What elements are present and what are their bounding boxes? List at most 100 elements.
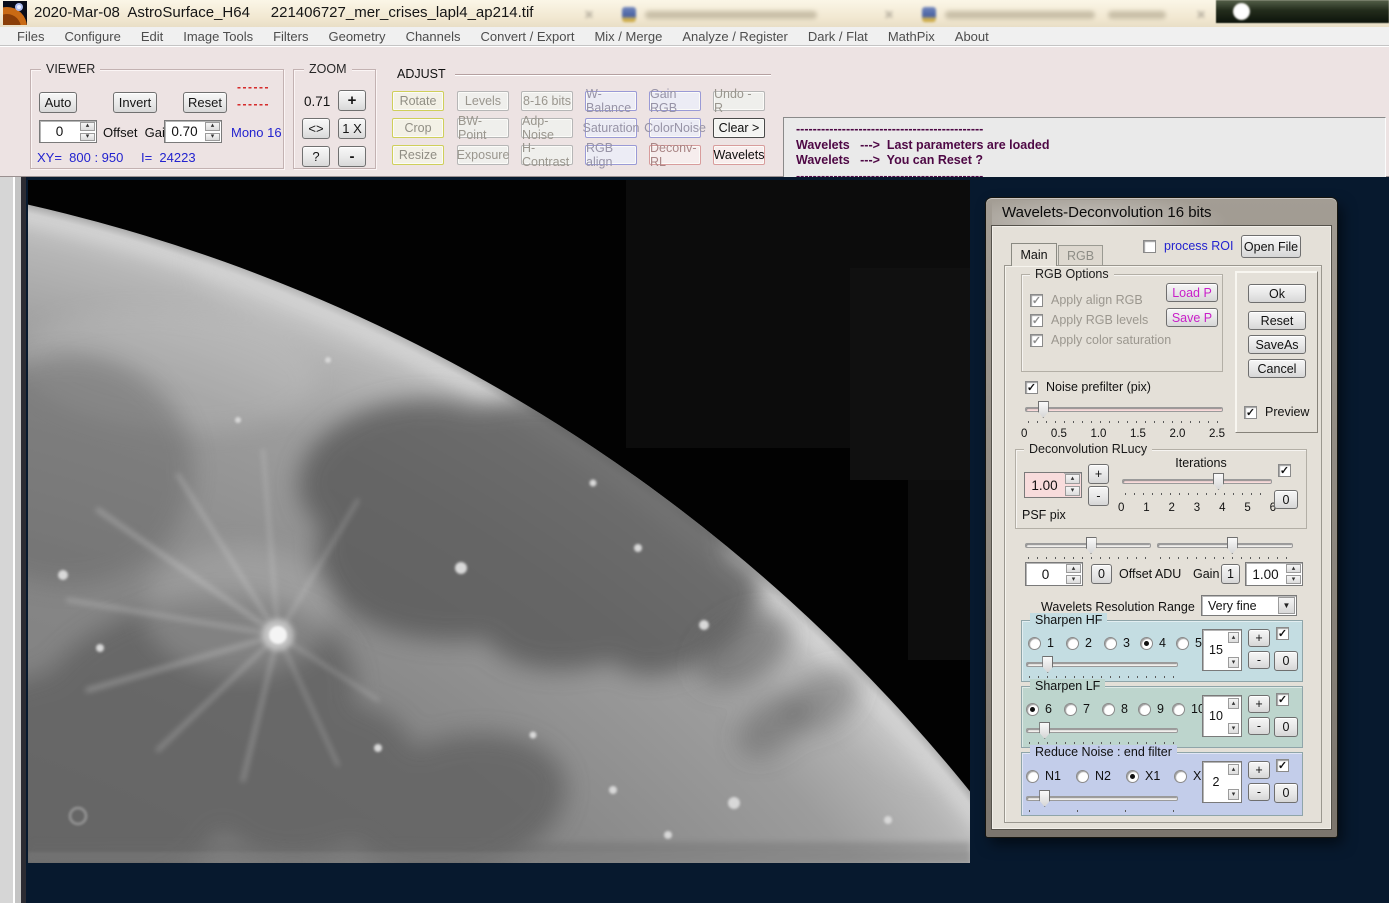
title-bar[interactable]: 2020-Mar-08 AstroSurface_H64 221406727_m… xyxy=(0,0,1389,27)
reduce-noise-plus-button[interactable]: + xyxy=(1248,761,1270,779)
spin-down-icon[interactable]: ▾ xyxy=(1228,657,1239,668)
spin-up-icon[interactable]: ▴ xyxy=(1066,564,1081,573)
spin-down-icon[interactable]: ▾ xyxy=(1286,575,1301,584)
gain-rgb-button[interactable]: Gain RGB xyxy=(649,91,701,111)
open-file-button[interactable]: Open File xyxy=(1241,235,1301,258)
noise-prefilter-slider[interactable] xyxy=(1025,400,1223,424)
menu-filters[interactable]: Filters xyxy=(263,29,318,44)
reduce-noise-enable-checkbox[interactable]: ✓ xyxy=(1276,759,1289,772)
bw-point-button[interactable]: BW-Point xyxy=(457,118,509,138)
menu-about[interactable]: About xyxy=(945,29,999,44)
menu-analyze-register[interactable]: Analyze / Register xyxy=(672,29,798,44)
tab-main[interactable]: Main xyxy=(1011,243,1057,266)
sharpen-hf-radio-3[interactable]: 3 xyxy=(1104,636,1130,650)
invert-button[interactable]: Invert xyxy=(113,92,157,113)
sharpen-hf-radio-5[interactable]: 5 xyxy=(1176,636,1202,650)
checkbox-box[interactable]: ✓ xyxy=(1244,406,1257,419)
reduce-noise-slider[interactable] xyxy=(1026,789,1178,813)
psf-spin-buttons[interactable]: ▴ ▾ xyxy=(1064,473,1081,497)
menu-files[interactable]: Files xyxy=(7,29,54,44)
preview-checkbox[interactable]: ✓ Preview xyxy=(1244,405,1309,419)
sharpen-lf-radio-9[interactable]: 9 xyxy=(1138,702,1164,716)
spin-up-icon[interactable]: ▴ xyxy=(1228,632,1239,643)
dropdown-arrow-icon[interactable]: ▼ xyxy=(1278,597,1295,614)
sharpen-hf-plus-button[interactable]: + xyxy=(1248,629,1270,647)
reduce-noise-radio-x1[interactable]: X1 xyxy=(1126,769,1160,783)
adp-noise-button[interactable]: Adp-Noise xyxy=(521,118,573,138)
menu-image-tools[interactable]: Image Tools xyxy=(173,29,263,44)
resize-button[interactable]: Resize xyxy=(392,145,444,165)
slider-track[interactable] xyxy=(1157,543,1293,548)
checkbox-box[interactable]: ✓ xyxy=(1278,464,1291,477)
spin-down-icon[interactable]: ▾ xyxy=(1228,789,1239,800)
gain-spin-buttons[interactable]: ▴ ▾ xyxy=(1285,563,1302,585)
checkbox-box[interactable]: ✓ xyxy=(1025,381,1038,394)
sharpen-lf-slider[interactable] xyxy=(1026,721,1178,745)
dialog-title-bar[interactable]: Wavelets-Deconvolution 16 bits xyxy=(992,200,1331,226)
menu-dark-flat[interactable]: Dark / Flat xyxy=(798,29,878,44)
sharpen-lf-radio-6[interactable]: 6 xyxy=(1026,702,1052,716)
sharpen-hf-radio-2[interactable]: 2 xyxy=(1066,636,1092,650)
spin-up-icon[interactable]: ▴ xyxy=(1286,564,1301,573)
menu-edit[interactable]: Edit xyxy=(131,29,173,44)
sharpen-hf-stepper[interactable]: 15 ▴ ▾ xyxy=(1202,629,1242,671)
sharpen-lf-radio-7[interactable]: 7 xyxy=(1064,702,1090,716)
menu-geometry[interactable]: Geometry xyxy=(318,29,395,44)
gain-stepper[interactable]: 0.70 ▴ ▾ xyxy=(164,120,222,143)
sharpen-hf-radio-4[interactable]: 4 xyxy=(1140,636,1166,650)
sharpen-hf-radio-1[interactable]: 1 xyxy=(1028,636,1054,650)
sharpen-lf-plus-button[interactable]: + xyxy=(1248,695,1270,713)
iterations-slider[interactable] xyxy=(1122,472,1272,496)
reduce-noise-stepper[interactable]: 2 ▴ ▾ xyxy=(1202,761,1242,803)
slider-track[interactable] xyxy=(1122,479,1272,484)
deconvolution-enable-checkbox[interactable]: ✓ xyxy=(1278,464,1291,477)
save-as-button[interactable]: SaveAs xyxy=(1248,335,1306,354)
checkbox-box[interactable]: ✓ xyxy=(1276,627,1289,640)
sharpen-lf-zero-button[interactable]: 0 xyxy=(1274,717,1298,737)
checkbox-box[interactable]: ✓ xyxy=(1276,759,1289,772)
save-params-button[interactable]: Save P xyxy=(1166,308,1218,327)
slider-thumb[interactable] xyxy=(1227,537,1238,554)
sharpen-lf-minus-button[interactable]: - xyxy=(1248,717,1270,735)
menu-convert-export[interactable]: Convert / Export xyxy=(471,29,585,44)
load-params-button[interactable]: Load P xyxy=(1166,283,1218,302)
deconvolution-zero-button[interactable]: 0 xyxy=(1274,490,1298,509)
sharpen-lf-enable-checkbox[interactable]: ✓ xyxy=(1276,693,1289,706)
spin-up-icon[interactable]: ▴ xyxy=(1228,698,1239,709)
tab-rgb[interactable]: RGB xyxy=(1058,245,1103,266)
deconv-rl-button[interactable]: Deconv-RL xyxy=(649,145,701,165)
spin-down-icon[interactable]: ▾ xyxy=(1065,486,1080,496)
offset-stepper[interactable]: 0 ▴ ▾ xyxy=(39,120,97,143)
ok-button[interactable]: Ok xyxy=(1248,284,1306,303)
psf-minus-button[interactable]: - xyxy=(1088,486,1109,506)
exposure-button[interactable]: Exposure xyxy=(457,145,509,165)
sharpen-lf-radio-10[interactable]: 10 xyxy=(1172,702,1205,716)
wavelets-button[interactable]: Wavelets xyxy=(713,145,765,165)
slider-thumb[interactable] xyxy=(1213,473,1224,490)
moon-image[interactable] xyxy=(28,180,970,863)
slider-track[interactable] xyxy=(1025,407,1223,412)
spin-down-icon[interactable]: ▾ xyxy=(1228,723,1239,734)
offset-adu-stepper[interactable]: 0 ▴ ▾ xyxy=(1025,562,1083,586)
offset-adu-spin-buttons[interactable]: ▴ ▾ xyxy=(1065,563,1082,585)
zoom-fit-button[interactable]: <> xyxy=(302,118,330,139)
checkbox-box[interactable]: ✓ xyxy=(1143,240,1156,253)
menu-mix-merge[interactable]: Mix / Merge xyxy=(584,29,672,44)
levels-button[interactable]: Levels xyxy=(457,91,509,111)
offset-spin-buttons[interactable]: ▴ ▾ xyxy=(79,121,96,142)
gain-value-stepper[interactable]: 1.00 ▴ ▾ xyxy=(1245,562,1303,586)
slider-thumb[interactable] xyxy=(1086,537,1097,554)
sharpen-hf-minus-button[interactable]: - xyxy=(1248,651,1270,669)
spin-up-icon[interactable]: ▴ xyxy=(205,122,220,131)
reset-button[interactable]: Reset xyxy=(1248,311,1306,330)
checkbox-box[interactable]: ✓ xyxy=(1276,693,1289,706)
offset-slider[interactable] xyxy=(1025,536,1151,560)
slider-thumb[interactable] xyxy=(1038,401,1049,418)
reset-view-button[interactable]: Reset xyxy=(183,92,227,113)
spin-down-icon[interactable]: ▾ xyxy=(80,133,95,142)
menu-configure[interactable]: Configure xyxy=(54,29,130,44)
slider-thumb[interactable] xyxy=(1039,722,1050,739)
spin-up-icon[interactable]: ▴ xyxy=(1065,474,1080,484)
noise-prefilter-checkbox[interactable]: ✓ Noise prefilter (pix) xyxy=(1025,380,1151,394)
gain-spin-buttons[interactable]: ▴ ▾ xyxy=(204,121,221,142)
